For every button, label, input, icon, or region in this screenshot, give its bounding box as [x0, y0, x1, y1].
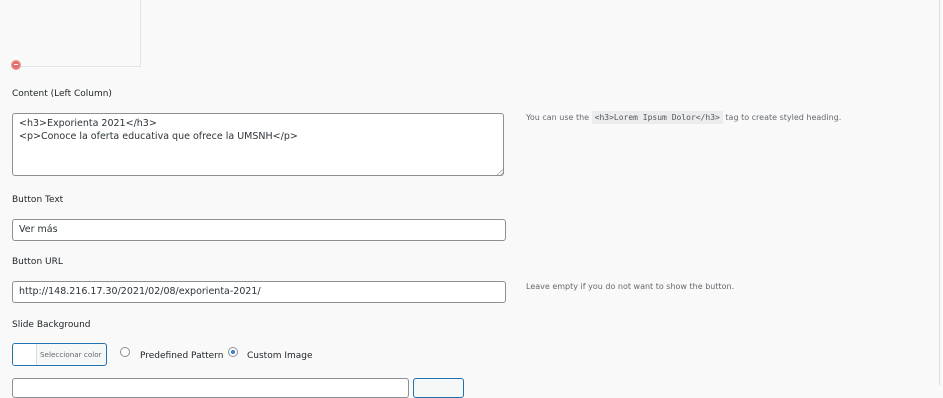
content-help-suffix: tag to create styled heading. [725, 113, 842, 122]
button-text-input[interactable]: Ver más [12, 219, 506, 241]
resize-grip-icon[interactable] [497, 168, 504, 175]
slide-background-label: Slide Background [12, 320, 91, 330]
predefined-pattern-radio[interactable] [120, 347, 130, 357]
custom-image-radio[interactable] [228, 347, 238, 357]
panel-border [939, 0, 940, 385]
button-text-label: Button Text [12, 195, 64, 205]
color-swatch [13, 344, 37, 365]
content-help-code: <h3>Lorem Ipsum Dolor</h3> [591, 111, 723, 124]
button-url-label: Button URL [12, 257, 63, 267]
content-textarea[interactable]: <h3>Exporienta 2021</h3> <p>Conoce la of… [12, 113, 504, 176]
button-url-input[interactable]: http://148.216.17.30/2021/02/08/exporien… [12, 281, 506, 303]
select-color-label: Seleccionar color [40, 350, 102, 359]
custom-image-label: Custom Image [247, 351, 313, 361]
predefined-pattern-label: Predefined Pattern [140, 351, 224, 361]
select-color-button[interactable]: Seleccionar color [12, 343, 107, 366]
content-help-prefix: You can use the [526, 113, 590, 122]
upload-button[interactable] [413, 378, 464, 398]
image-url-input[interactable] [12, 378, 409, 398]
remove-icon[interactable] [11, 60, 21, 70]
content-help: You can use the <h3>Lorem Ipsum Dolor</h… [526, 111, 842, 124]
button-url-help: Leave empty if you do not want to show t… [526, 282, 735, 291]
content-label: Content (Left Column) [12, 89, 112, 99]
image-preview [12, 0, 141, 67]
